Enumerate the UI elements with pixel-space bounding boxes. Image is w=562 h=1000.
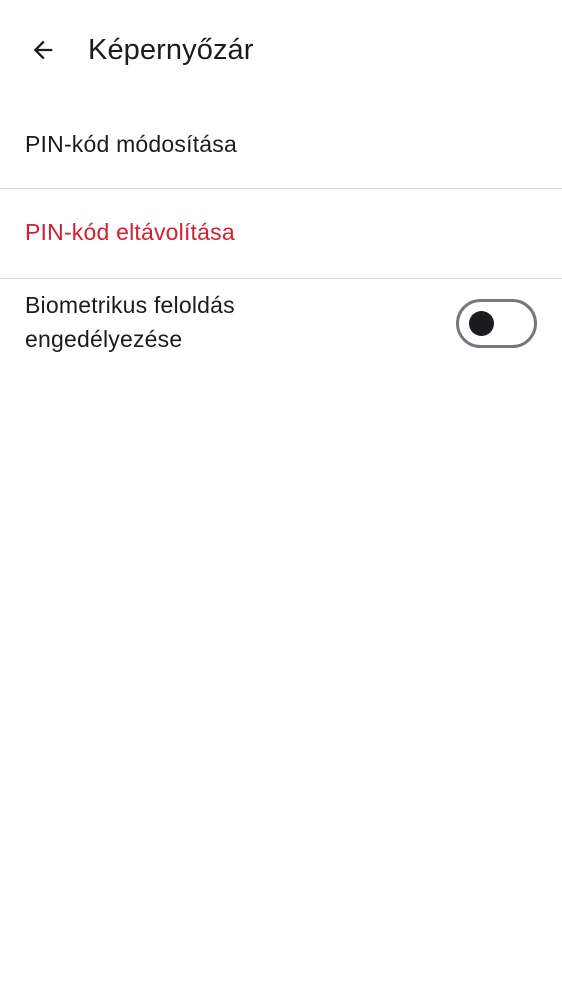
change-pin-item[interactable]: PIN-kód módosítása: [0, 100, 562, 188]
arrow-back-icon: [33, 40, 53, 60]
page-title: Képernyőzár: [88, 34, 254, 66]
toggle-thumb: [469, 311, 494, 336]
biometric-unlock-item: Biometrikus feloldás engedélyezése: [0, 279, 562, 369]
settings-list: PIN-kód módosítása PIN-kód eltávolítása …: [0, 100, 562, 369]
biometric-unlock-toggle[interactable]: [456, 299, 537, 348]
remove-pin-item[interactable]: PIN-kód eltávolítása: [0, 189, 562, 278]
back-button[interactable]: [19, 26, 67, 74]
remove-pin-label: PIN-kód eltávolítása: [25, 219, 235, 245]
change-pin-label: PIN-kód módosítása: [25, 131, 237, 157]
top-app-bar: Képernyőzár: [0, 0, 562, 100]
biometric-unlock-label: Biometrikus feloldás engedélyezése: [25, 292, 235, 352]
